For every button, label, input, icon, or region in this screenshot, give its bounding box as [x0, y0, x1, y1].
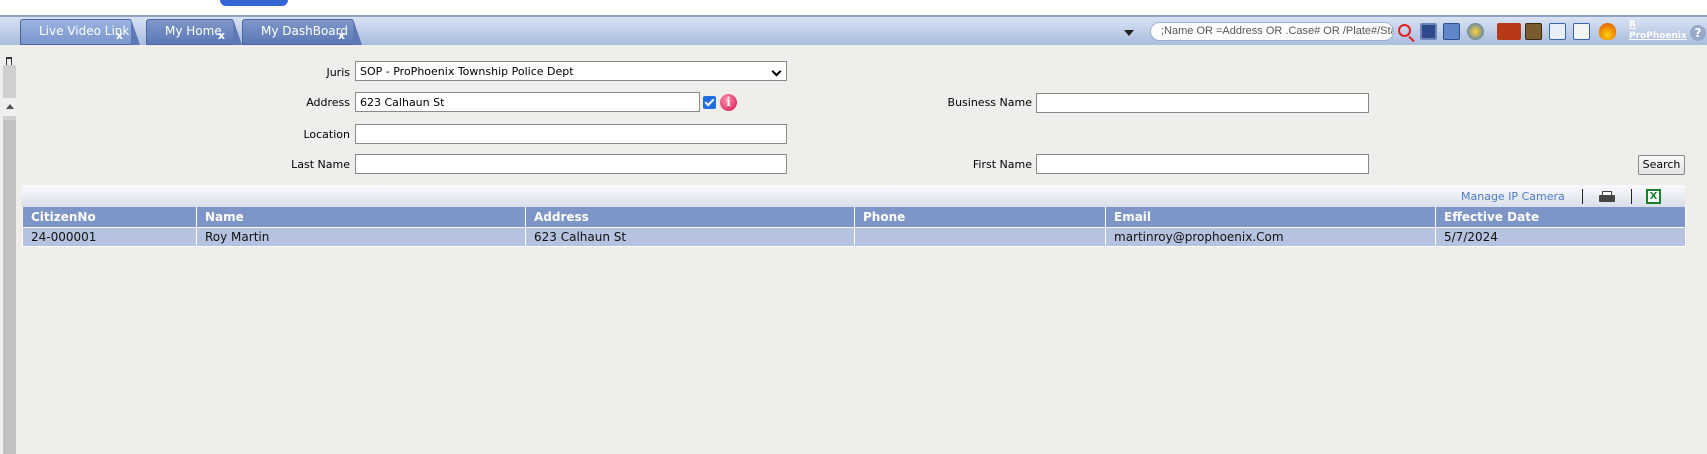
user-initial: R	[1629, 20, 1636, 30]
info-icon[interactable]: i	[720, 94, 737, 111]
cell-effective-date: 5/7/2024	[1435, 227, 1686, 247]
location-field[interactable]	[355, 124, 787, 144]
top-accent	[220, 0, 288, 6]
results-table: CitizenNo Name Address Phone Email Effec…	[22, 207, 1686, 247]
scroll-up-button[interactable]	[3, 98, 16, 116]
manage-ip-camera-link[interactable]: Manage IP Camera	[1461, 190, 1565, 203]
address-checkbox[interactable]	[703, 96, 716, 109]
first-name-field[interactable]	[1036, 154, 1369, 174]
tab-label: My DashBoard	[261, 24, 348, 38]
address-field[interactable]: 623 Calhaun St	[355, 92, 700, 112]
close-icon[interactable]: x	[116, 29, 123, 42]
cell-address: 623 Calhaun St	[525, 227, 855, 247]
last-name-field[interactable]	[355, 154, 787, 174]
mail-icon[interactable]	[1497, 23, 1521, 40]
chevron-down-icon[interactable]	[1124, 30, 1134, 36]
table-row[interactable]: 24-000001 Roy Martin 623 Calhaun St mart…	[22, 227, 1686, 247]
business-name-field[interactable]	[1036, 93, 1369, 113]
cell-email: martinroy@prophoenix.Com	[1105, 227, 1436, 247]
column-header-email[interactable]: Email	[1105, 207, 1436, 228]
column-header-phone[interactable]: Phone	[854, 207, 1106, 228]
globe-icon[interactable]	[1467, 23, 1484, 40]
tab-my-dashboard[interactable]: My DashBoard x	[242, 19, 362, 45]
tab-my-home[interactable]: My Home x	[146, 19, 242, 45]
calendar-clock-icon[interactable]	[1549, 23, 1566, 40]
first-name-label: First Name	[972, 158, 1032, 171]
monitor-icon[interactable]	[1420, 23, 1437, 40]
location-label: Location	[303, 128, 350, 141]
business-name-label: Business Name	[947, 96, 1032, 109]
user-org: ProPhoenix	[1629, 31, 1687, 41]
excel-export-icon[interactable]: X	[1646, 189, 1661, 204]
top-strip	[0, 0, 1707, 15]
juris-label: Juris	[326, 66, 350, 79]
help-icon[interactable]: ?	[1690, 25, 1706, 41]
print-icon[interactable]	[1599, 191, 1615, 203]
close-icon[interactable]: x	[218, 29, 225, 42]
column-header-effective-date[interactable]: Effective Date	[1435, 207, 1686, 228]
last-name-label: Last Name	[291, 158, 350, 171]
search-input[interactable]: ;Name OR =Address OR .Case# OR /Plate#/S…	[1150, 22, 1394, 41]
column-header-citizenno[interactable]: CitizenNo	[22, 207, 197, 228]
grid-toolbar	[22, 185, 1685, 207]
table-header-row: CitizenNo Name Address Phone Email Effec…	[22, 207, 1686, 228]
user-link[interactable]: R ProPhoenix	[1629, 20, 1687, 42]
cell-citizenno: 24-000001	[22, 227, 197, 247]
address-label: Address	[306, 96, 350, 109]
close-icon[interactable]: x	[338, 29, 345, 42]
cell-phone	[854, 227, 1106, 247]
notes-icon[interactable]	[1573, 23, 1590, 40]
scrollbar-thumb[interactable]	[3, 120, 16, 454]
book-icon[interactable]	[1525, 23, 1542, 40]
search-button[interactable]: Search	[1638, 155, 1685, 175]
toolbar-divider	[1631, 189, 1632, 204]
tab-live-video-link[interactable]: Live Video Link x	[20, 19, 140, 45]
cell-name: Roy Martin	[196, 227, 526, 247]
printer-icon[interactable]	[1443, 23, 1460, 40]
column-header-address[interactable]: Address	[525, 207, 855, 228]
column-header-name[interactable]: Name	[196, 207, 526, 228]
juris-select[interactable]: SOP - ProPhoenix Township Police Dept	[355, 61, 787, 81]
search-icon[interactable]	[1398, 24, 1411, 37]
tab-label: My Home	[165, 24, 222, 38]
fire-icon[interactable]	[1599, 23, 1616, 40]
tab-bar: Live Video Link x My Home x My DashBoard…	[0, 15, 1707, 45]
toolbar-divider	[1582, 189, 1583, 204]
